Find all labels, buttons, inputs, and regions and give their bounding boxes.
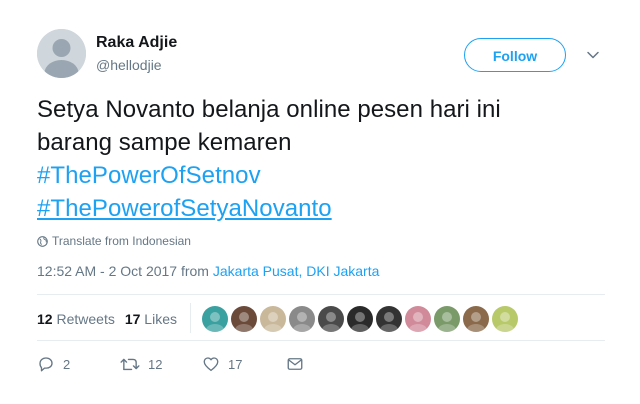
globe-icon bbox=[37, 235, 48, 247]
default-avatar-icon bbox=[37, 29, 86, 78]
retweets-label: Retweets bbox=[56, 311, 115, 327]
liker-avatar-2[interactable] bbox=[231, 306, 257, 332]
liker-avatar-3[interactable] bbox=[260, 306, 286, 332]
reply-icon bbox=[39, 357, 53, 372]
reply-count: 2 bbox=[63, 356, 71, 372]
likes-count: 17 bbox=[124, 311, 141, 327]
tweet-text-line: Setya Novanto belanja online pesen hari … bbox=[37, 96, 501, 123]
likes-stat[interactable]: 17 Likes bbox=[125, 311, 177, 327]
chevron-down-icon[interactable] bbox=[585, 47, 601, 63]
retweet-button[interactable]: 12 bbox=[120, 355, 202, 373]
liker-avatar-11[interactable] bbox=[492, 306, 518, 332]
tweet-location-link[interactable]: Jakarta Pusat, DKI Jakarta bbox=[213, 263, 380, 279]
reply-button[interactable]: 2 bbox=[37, 355, 120, 373]
liker-avatar-6[interactable] bbox=[347, 306, 373, 332]
direct-message-button[interactable] bbox=[286, 355, 304, 373]
divider bbox=[37, 340, 605, 341]
heart-icon bbox=[203, 357, 219, 372]
hashtag-link[interactable]: #ThePowerOfSetnov bbox=[37, 162, 261, 189]
follow-button[interactable]: Follow bbox=[464, 38, 566, 72]
tweet-text: Setya Novanto belanja online pesen hari … bbox=[37, 93, 617, 225]
tweet-actions: 2 12 17 bbox=[37, 355, 304, 373]
retweets-stat[interactable]: 12 Retweets bbox=[37, 311, 115, 327]
like-count: 17 bbox=[228, 356, 243, 372]
liker-avatar-4[interactable] bbox=[289, 306, 315, 332]
liker-avatar-9[interactable] bbox=[434, 306, 460, 332]
retweet-icon bbox=[120, 358, 140, 371]
tweet-stats: 12 Retweets 17 Likes bbox=[37, 311, 177, 327]
liker-avatar-10[interactable] bbox=[463, 306, 489, 332]
divider bbox=[37, 294, 605, 295]
liker-avatar-1[interactable] bbox=[202, 306, 228, 332]
user-avatar[interactable] bbox=[37, 29, 86, 78]
liker-avatar-5[interactable] bbox=[318, 306, 344, 332]
divider bbox=[190, 303, 191, 333]
user-display-name[interactable]: Raka Adjie bbox=[96, 34, 177, 52]
user-handle[interactable]: @hellodjie bbox=[96, 57, 162, 73]
like-button[interactable]: 17 bbox=[202, 355, 286, 373]
retweet-count: 12 bbox=[148, 356, 163, 372]
tweet-timestamp: 12:52 AM - 2 Oct 2017 from Jakarta Pusat… bbox=[37, 263, 379, 279]
likers-avatar-list bbox=[202, 306, 518, 332]
likes-label: Likes bbox=[144, 311, 177, 327]
tweet-text-line: barang sampe kemaren bbox=[37, 129, 292, 156]
hashtag-link[interactable]: #ThePowerofSetyaNovanto bbox=[37, 195, 332, 222]
translate-link[interactable]: Translate from Indonesian bbox=[37, 234, 191, 248]
tweet-card: Raka Adjie @hellodjie Follow Setya Novan… bbox=[0, 0, 640, 404]
envelope-icon bbox=[287, 358, 303, 370]
liker-avatar-8[interactable] bbox=[405, 306, 431, 332]
tweet-time[interactable]: 12:52 AM - 2 Oct 2017 from bbox=[37, 263, 213, 279]
liker-avatar-7[interactable] bbox=[376, 306, 402, 332]
retweets-count: 12 bbox=[37, 311, 53, 327]
translate-label: Translate from Indonesian bbox=[52, 234, 191, 248]
